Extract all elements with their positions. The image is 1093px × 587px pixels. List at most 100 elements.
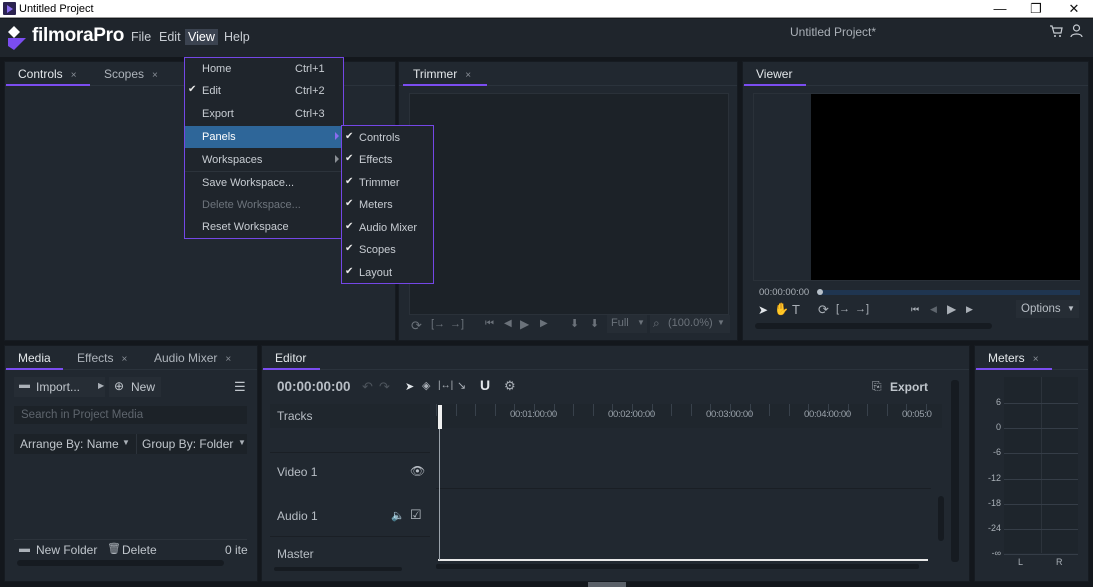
editor-vertical-scrollbar[interactable] bbox=[951, 380, 959, 562]
scrubber-handle[interactable] bbox=[817, 289, 823, 295]
view-menu-workspaces[interactable]: Workspaces bbox=[185, 149, 343, 171]
view-menu-home[interactable]: Home Ctrl+1 bbox=[185, 58, 343, 80]
play-icon[interactable]: ▶ bbox=[947, 302, 956, 316]
media-search-input[interactable]: Search in Project Media bbox=[14, 406, 247, 424]
view-menu-reset-workspace[interactable]: Reset Workspace bbox=[185, 216, 343, 238]
tab-close-icon[interactable]: × bbox=[1033, 354, 1039, 365]
mark-out-icon[interactable]: →] bbox=[450, 318, 464, 330]
step-forward-icon[interactable]: ▶ bbox=[540, 318, 548, 329]
close-button[interactable]: ✕ bbox=[1056, 0, 1092, 18]
selection-tool-icon[interactable]: ➤ bbox=[405, 380, 414, 393]
step-back-icon[interactable]: ◀ bbox=[930, 304, 937, 315]
mark-in-icon[interactable]: [→ bbox=[836, 303, 850, 315]
zoom-dropdown[interactable]: ⌕ (100.0%) ▼ bbox=[650, 315, 730, 333]
video-track-lane[interactable] bbox=[436, 429, 931, 489]
loop-icon[interactable]: ⟳ bbox=[818, 302, 829, 318]
audio-track-lane[interactable] bbox=[436, 496, 931, 562]
viewer-scrubber[interactable] bbox=[817, 289, 1080, 295]
bottom-resize-handle[interactable] bbox=[588, 582, 626, 587]
tab-close-icon[interactable]: × bbox=[71, 70, 77, 81]
slip-tool-icon[interactable]: |↔| bbox=[438, 380, 453, 391]
export-button[interactable]: Export bbox=[890, 380, 928, 394]
track-header-video-1[interactable]: Video 1 👁 bbox=[270, 452, 430, 492]
settings-gear-icon[interactable]: ⚙ bbox=[504, 378, 516, 394]
menu-edit[interactable]: Edit bbox=[156, 29, 184, 45]
viewer-options-button[interactable]: Options ▼ bbox=[1016, 300, 1079, 318]
insert-icon[interactable]: ⬇ bbox=[570, 317, 579, 330]
media-horizontal-scrollbar[interactable] bbox=[17, 560, 224, 566]
select-tool-icon[interactable]: ➤ bbox=[758, 303, 768, 317]
overwrite-icon[interactable]: ⬇ bbox=[590, 317, 599, 330]
view-menu-export[interactable]: Export Ctrl+3 bbox=[185, 103, 343, 125]
maximize-button[interactable]: ❐ bbox=[1018, 0, 1054, 18]
quality-dropdown[interactable]: Full ▼ bbox=[607, 315, 647, 333]
go-to-start-icon[interactable]: ⏮ bbox=[485, 318, 494, 329]
panels-submenu-controls[interactable]: ✔ Controls bbox=[342, 127, 433, 149]
panels-submenu-scopes[interactable]: ✔ Scopes bbox=[342, 239, 433, 261]
step-back-icon[interactable]: ◀ bbox=[504, 318, 512, 329]
user-icon[interactable] bbox=[1070, 24, 1083, 38]
tab-viewer[interactable]: Viewer bbox=[756, 67, 792, 81]
tab-scopes-label: Scopes bbox=[104, 67, 145, 81]
new-folder-button[interactable]: New Folder bbox=[36, 543, 97, 557]
menu-help[interactable]: Help bbox=[221, 29, 253, 45]
panels-submenu-trimmer[interactable]: ✔ Trimmer bbox=[342, 172, 433, 194]
tab-trimmer[interactable]: Trimmer × bbox=[413, 67, 471, 81]
tab-media[interactable]: Media bbox=[18, 351, 51, 365]
view-menu-panels[interactable]: Panels bbox=[185, 126, 343, 148]
group-by-dropdown[interactable]: Group By: Folder bbox=[142, 437, 233, 451]
tab-close-icon[interactable]: × bbox=[152, 70, 158, 81]
step-forward-icon[interactable]: ▶ bbox=[966, 304, 973, 315]
panels-submenu-meters[interactable]: ✔ Meters bbox=[342, 194, 433, 216]
list-view-icon[interactable]: ☰ bbox=[234, 379, 246, 395]
hand-tool-icon[interactable]: ✋ bbox=[774, 302, 789, 316]
minimize-button[interactable]: — bbox=[982, 0, 1018, 18]
view-menu-save-workspace[interactable]: Save Workspace... bbox=[185, 172, 343, 194]
panels-submenu-layout[interactable]: ✔ Layout bbox=[342, 262, 433, 284]
tab-effects[interactable]: Effects × bbox=[77, 351, 127, 365]
undo-icon[interactable]: ↶ bbox=[362, 379, 373, 395]
tab-close-icon[interactable]: × bbox=[225, 354, 231, 365]
tracks-header: Tracks bbox=[270, 404, 430, 428]
tab-close-icon[interactable]: × bbox=[121, 354, 127, 365]
razor-tool-icon[interactable]: ◈ bbox=[422, 379, 430, 392]
ripple-tool-icon[interactable]: ↘ bbox=[457, 379, 466, 392]
menu-file[interactable]: File bbox=[128, 29, 154, 45]
viewer-horizontal-scrollbar[interactable] bbox=[755, 323, 992, 329]
view-menu-edit[interactable]: ✔ Edit Ctrl+2 bbox=[185, 80, 343, 102]
audio-vertical-scrollbar[interactable] bbox=[938, 496, 944, 541]
cart-icon[interactable] bbox=[1049, 25, 1063, 38]
tab-audio-mixer[interactable]: Audio Mixer × bbox=[154, 351, 231, 365]
arrange-by-dropdown[interactable]: Arrange By: Name bbox=[20, 437, 119, 451]
new-button[interactable]: ⊕ New bbox=[109, 377, 161, 397]
redo-icon[interactable]: ↷ bbox=[379, 379, 390, 395]
tab-scopes[interactable]: Scopes × bbox=[104, 67, 158, 81]
loop-icon[interactable]: ⟳ bbox=[411, 318, 422, 334]
tab-controls[interactable]: Controls × bbox=[18, 67, 77, 81]
play-icon[interactable]: ▶ bbox=[520, 317, 529, 331]
menu-view[interactable]: View bbox=[185, 29, 218, 45]
text-tool-icon[interactable]: T bbox=[792, 302, 800, 317]
eye-icon[interactable]: 👁 bbox=[410, 464, 425, 478]
track-header-master[interactable]: Master bbox=[270, 536, 430, 566]
tab-editor[interactable]: Editor bbox=[275, 351, 306, 365]
tab-close-icon[interactable]: × bbox=[465, 70, 471, 81]
go-to-start-icon[interactable]: ⏮ bbox=[911, 304, 919, 315]
track-zoom-slider[interactable] bbox=[274, 567, 402, 571]
speaker-icon[interactable]: 🔈 bbox=[391, 509, 405, 522]
snapping-magnet-icon[interactable]: U bbox=[480, 377, 490, 393]
track-header-audio-1[interactable]: Audio 1 🔈 ☑ bbox=[270, 497, 430, 535]
editor-timecode[interactable]: 00:00:00:00 bbox=[277, 379, 351, 394]
panels-submenu-audio-mixer[interactable]: ✔ Audio Mixer bbox=[342, 217, 433, 239]
timeline-ruler[interactable]: 00:01:00:00 00:02:00:00 00:03:00:00 00:04:0… bbox=[436, 404, 942, 428]
keyframe-curve-icon[interactable]: ☑ bbox=[410, 507, 422, 523]
ruler-tick bbox=[455, 404, 457, 416]
tab-meters[interactable]: Meters × bbox=[988, 351, 1039, 365]
delete-button[interactable]: Delete bbox=[122, 543, 157, 557]
mark-in-icon[interactable]: [→ bbox=[431, 318, 445, 330]
panels-submenu-effects[interactable]: ✔ Effects bbox=[342, 149, 433, 171]
playhead-handle[interactable] bbox=[438, 405, 442, 429]
import-button[interactable]: ▬ Import... ▶ bbox=[14, 377, 105, 397]
mark-out-icon[interactable]: →] bbox=[855, 303, 869, 315]
timeline-horizontal-scrollbar[interactable] bbox=[436, 564, 919, 569]
